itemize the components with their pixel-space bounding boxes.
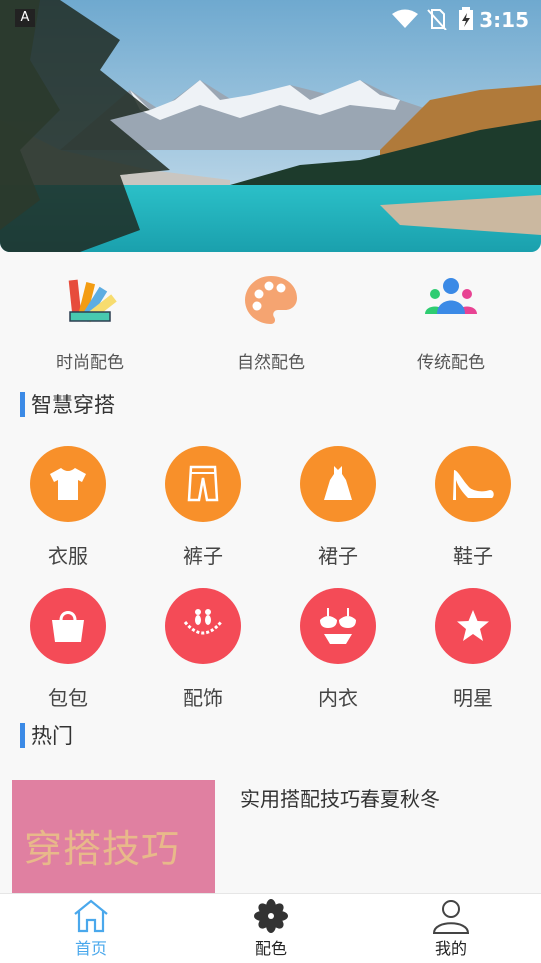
category-label: 自然配色	[237, 353, 305, 373]
pinwheel-flower-icon	[254, 899, 288, 933]
hot-article-thumbnail[interactable]: 穿搭技巧	[12, 780, 215, 893]
bra-icon	[300, 588, 376, 664]
category-traditional-colors[interactable]: 传统配色	[391, 272, 511, 373]
notification-icon: A	[15, 9, 35, 27]
category-label: 时尚配色	[56, 353, 124, 373]
dress-icon	[300, 446, 376, 522]
outfit-item-label: 配饰	[183, 686, 223, 710]
tab-label: 首页	[74, 939, 107, 958]
bottom-tab-bar: 首页 配色 我的	[0, 893, 541, 963]
outfit-item-label: 内衣	[318, 686, 358, 710]
outfit-item-accessories[interactable]: 配饰	[153, 588, 253, 711]
thumbnail-text: 穿搭技巧	[24, 827, 181, 871]
category-fashion-colors[interactable]: 时尚配色	[30, 272, 150, 373]
outfit-item-shoes[interactable]: 鞋子	[423, 446, 523, 569]
necklace-icon	[165, 588, 241, 664]
section-title-text: 智慧穿搭	[31, 393, 115, 417]
color-swatch-icon	[68, 279, 117, 323]
outfit-item-skirt[interactable]: 裙子	[288, 446, 388, 569]
home-icon	[74, 899, 108, 933]
tab-home[interactable]: 首页	[41, 894, 141, 963]
tab-color-match[interactable]: 配色	[221, 894, 321, 963]
outfit-item-celebrity[interactable]: 明星	[423, 588, 523, 711]
section-accent-bar	[20, 391, 25, 417]
section-title-hot: 热门	[20, 721, 73, 749]
clock: 3:15	[479, 8, 529, 32]
outfit-item-pants[interactable]: 裤子	[153, 446, 253, 569]
outfit-item-bags[interactable]: 包包	[18, 588, 118, 711]
status-bar: A 3:15	[0, 0, 541, 40]
outfit-item-label: 鞋子	[453, 544, 493, 568]
outfit-item-underwear[interactable]: 内衣	[288, 588, 388, 711]
star-icon	[435, 588, 511, 664]
outfit-item-label: 裙子	[318, 544, 358, 568]
pants-icon	[165, 446, 241, 522]
category-label: 传统配色	[417, 353, 485, 373]
section-title-smart-outfit: 智慧穿搭	[20, 390, 115, 418]
tshirt-icon	[30, 446, 106, 522]
high-heel-icon	[435, 446, 511, 522]
section-accent-bar	[20, 722, 25, 748]
wifi-icon	[392, 9, 418, 28]
handbag-icon	[30, 588, 106, 664]
palette-icon	[245, 276, 297, 324]
tab-label: 配色	[254, 939, 287, 958]
user-icon	[432, 900, 470, 934]
outfit-item-label: 裤子	[183, 544, 223, 568]
tab-label: 我的	[434, 939, 467, 958]
people-group-icon	[425, 278, 477, 314]
outfit-item-label: 明星	[453, 686, 493, 710]
tab-profile[interactable]: 我的	[401, 894, 501, 963]
hot-article-title[interactable]: 实用搭配技巧春夏秋冬	[240, 783, 440, 812]
app-screen: A 3:15 时尚配色 自然配色 传统配色 智慧穿搭 衣服 裤子 裙子 鞋子 包…	[0, 0, 541, 963]
section-title-text: 热门	[31, 724, 73, 748]
battery-charging-icon	[459, 7, 473, 30]
color-category-row: 时尚配色 自然配色 传统配色	[0, 252, 541, 376]
outfit-item-label: 包包	[48, 686, 88, 710]
no-sim-icon	[427, 9, 447, 30]
hero-banner[interactable]: A 3:15	[0, 0, 541, 252]
category-natural-colors[interactable]: 自然配色	[211, 272, 331, 373]
outfit-item-clothes[interactable]: 衣服	[18, 446, 118, 569]
outfit-item-label: 衣服	[48, 544, 88, 568]
